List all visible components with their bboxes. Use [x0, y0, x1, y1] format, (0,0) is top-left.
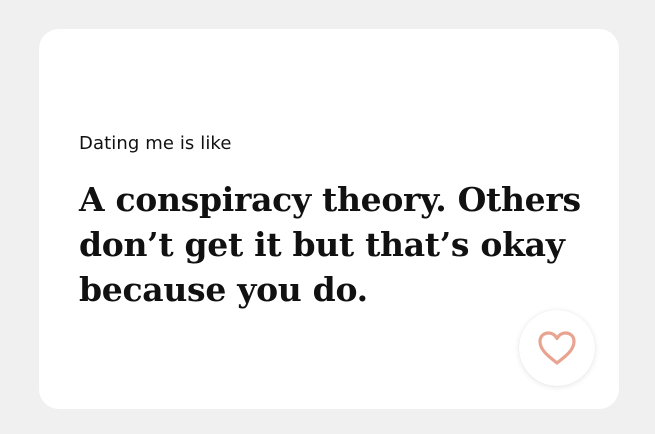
prompt-answer: A conspiracy theory. Others don’t get it… [79, 180, 581, 309]
heart-icon [538, 331, 576, 365]
like-button[interactable] [519, 310, 595, 386]
prompt-card: Dating me is like A conspiracy theory. O… [39, 29, 619, 409]
prompt-label: Dating me is like [79, 133, 232, 154]
